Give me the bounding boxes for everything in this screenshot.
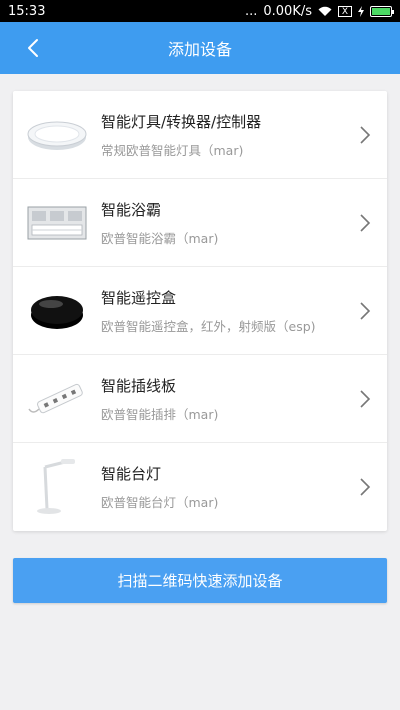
device-name: 智能插线板 [101, 376, 177, 395]
device-item-desk-lamp[interactable]: 智能台灯 欧普智能台灯（mar) [13, 443, 387, 531]
device-list: 智能灯具/转换器/控制器 常规欧普智能灯具（mar) 智能浴霸 欧普智能浴霸（m… [13, 91, 387, 531]
ceiling-light-icon [27, 105, 87, 165]
back-arrow-icon[interactable] [22, 36, 46, 60]
chevron-right-icon [360, 126, 371, 144]
scan-qr-button[interactable]: 扫描二维码快速添加设备 [13, 558, 387, 603]
desk-lamp-icon [27, 457, 87, 517]
chevron-right-icon [360, 302, 371, 320]
device-item-bath-heater[interactable]: 智能浴霸 欧普智能浴霸（mar) [13, 179, 387, 267]
device-name: 智能灯具/转换器/控制器 [101, 112, 262, 131]
device-name: 智能浴霸 [101, 200, 162, 219]
device-name: 智能遥控盒 [101, 288, 177, 307]
top-nav-bar: 添加设备 [0, 22, 400, 74]
device-item-remote-box[interactable]: 智能遥控盒 欧普智能遥控盒，红外，射频版（esp) [13, 267, 387, 355]
device-desc: 欧普智能台灯（mar) [101, 495, 219, 510]
network-speed: 0.00K/s [263, 3, 312, 19]
page-title: 添加设备 [167, 40, 232, 59]
battery-icon [370, 5, 394, 17]
bath-heater-icon [27, 193, 87, 253]
device-desc: 欧普智能浴霸（mar) [101, 230, 219, 246]
device-desc: 欧普智能插排（mar) [101, 406, 219, 422]
sim-icon: X [338, 5, 352, 17]
power-strip-icon [27, 369, 87, 429]
status-time: 15:33 [8, 3, 46, 19]
status-bar: 15:33 ... 0.00K/s X [0, 0, 400, 22]
chevron-right-icon [360, 478, 371, 496]
device-desc: 欧普智能遥控盒，红外，射频版（esp) [101, 318, 316, 334]
wifi-icon [318, 6, 332, 16]
chevron-right-icon [360, 390, 371, 408]
device-item-smart-light[interactable]: 智能灯具/转换器/控制器 常规欧普智能灯具（mar) [13, 91, 387, 179]
remote-box-icon [27, 281, 87, 341]
status-dots: ... [244, 3, 258, 19]
charging-icon [358, 5, 364, 17]
device-name: 智能台灯 [101, 465, 162, 483]
device-desc: 常规欧普智能灯具（mar) [101, 142, 244, 158]
chevron-right-icon [360, 214, 371, 232]
device-item-power-strip[interactable]: 智能插线板 欧普智能插排（mar) [13, 355, 387, 443]
